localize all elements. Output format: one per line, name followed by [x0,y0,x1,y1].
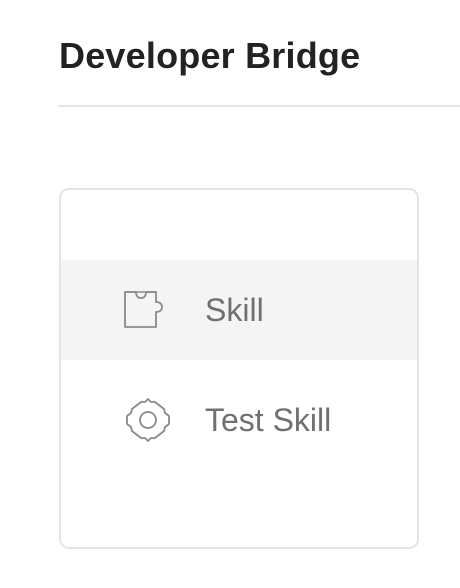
developer-bridge-page: Developer Bridge Skill Test Skill [0,0,460,588]
menu-item-skill-label: Skill [205,292,264,328]
navigation-menu: Skill Test Skill [61,260,417,480]
page-title: Developer Bridge [59,35,361,76]
menu-item-test-skill[interactable]: Test Skill [61,360,417,480]
navigation-card: Skill Test Skill [59,188,419,549]
menu-item-skill[interactable]: Skill [61,260,417,360]
menu-item-test-skill-label: Test Skill [205,402,332,438]
gear-icon [123,395,173,445]
puzzle-icon [123,285,173,335]
header-divider [58,105,460,107]
